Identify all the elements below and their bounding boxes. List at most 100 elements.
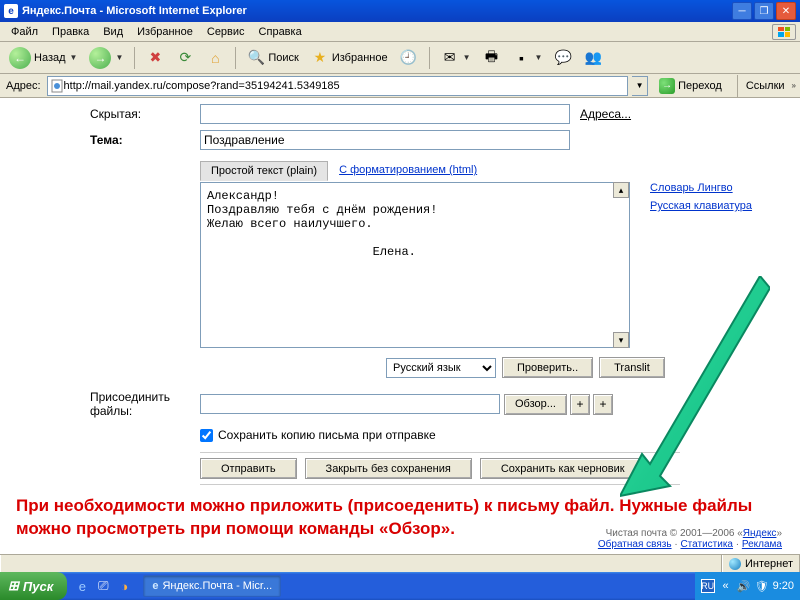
- stop-button[interactable]: ✖: [141, 46, 169, 70]
- start-button[interactable]: ⊞ Пуск: [0, 572, 67, 600]
- address-label: Адрес:: [4, 80, 43, 92]
- subject-label: Тема:: [90, 133, 200, 147]
- back-button[interactable]: ← Назад ▼: [4, 46, 82, 70]
- refresh-button[interactable]: ⟳: [171, 46, 199, 70]
- feedback-link[interactable]: Обратная связь: [598, 539, 672, 550]
- save-copy-checkbox[interactable]: [200, 429, 213, 442]
- message-body[interactable]: Александр! Поздравляю тебя с днём рожден…: [200, 182, 630, 348]
- chevron-down-icon: ▼: [115, 53, 123, 62]
- window-titlebar: e Яндекс.Почта - Microsoft Internet Expl…: [0, 0, 800, 22]
- tab-html-link[interactable]: С форматированием (html): [339, 164, 477, 176]
- page-content: Скрытая: Адреса... Тема: Простой текст (…: [0, 98, 800, 554]
- system-tray: RU « 🔊 🛡 9:20: [695, 572, 800, 600]
- print-icon: 🖶: [483, 49, 501, 67]
- tray-lang-icon[interactable]: RU: [701, 579, 715, 593]
- history-button[interactable]: 🕘: [395, 46, 423, 70]
- chevron-down-icon: ▼: [70, 53, 78, 62]
- menu-favorites[interactable]: Избранное: [130, 24, 200, 40]
- search-button[interactable]: 🔍Поиск: [242, 46, 303, 70]
- yandex-link[interactable]: Яндекс: [743, 528, 777, 539]
- back-icon: ←: [9, 47, 31, 69]
- go-button[interactable]: → Переход: [652, 76, 729, 96]
- keyboard-link[interactable]: Русская клавиатура: [650, 200, 752, 212]
- back-label: Назад: [34, 52, 66, 64]
- home-button[interactable]: ⌂: [201, 46, 229, 70]
- send-button[interactable]: Отправить: [200, 458, 297, 479]
- lingvo-link[interactable]: Словарь Лингво: [650, 182, 752, 194]
- ads-link[interactable]: Реклама: [742, 539, 782, 550]
- url-box[interactable]: [47, 76, 629, 96]
- remove-attachment-button[interactable]: +: [570, 394, 590, 415]
- windows-flag-icon: [772, 24, 796, 40]
- mail-icon: ✉: [441, 49, 459, 67]
- ie-icon: e: [4, 4, 18, 18]
- ql-desktop-icon[interactable]: ⎚: [94, 577, 112, 595]
- address-bar: Адрес: ▼ → Переход Ссылки »: [0, 74, 800, 98]
- menu-tools[interactable]: Сервис: [200, 24, 252, 40]
- home-icon: ⌂: [206, 49, 224, 67]
- separator: [134, 47, 135, 69]
- zone-pane: Интернет: [722, 555, 800, 572]
- messenger-button[interactable]: 👥: [579, 46, 607, 70]
- chevron-down-icon: ▼: [535, 53, 543, 62]
- print-button[interactable]: 🖶: [478, 46, 506, 70]
- translit-button[interactable]: Translit: [599, 357, 665, 378]
- menu-help[interactable]: Справка: [252, 24, 309, 40]
- minimize-button[interactable]: ─: [732, 2, 752, 20]
- separator: [235, 47, 236, 69]
- taskbar: ⊞ Пуск e ⎚ ◑ e Яндекс.Почта - Micr... RU…: [0, 572, 800, 600]
- close-no-save-button[interactable]: Закрыть без сохранения: [305, 458, 472, 479]
- edit-icon: ▪: [513, 49, 531, 67]
- menu-file[interactable]: Файл: [4, 24, 45, 40]
- language-select[interactable]: Русский язык: [386, 358, 496, 378]
- save-copy-label: Сохранить копию письма при отправке: [218, 428, 436, 442]
- check-button[interactable]: Проверить..: [502, 357, 593, 378]
- go-label: Переход: [678, 80, 722, 92]
- stop-icon: ✖: [146, 49, 164, 67]
- favorites-button[interactable]: ★Избранное: [306, 46, 393, 70]
- close-button[interactable]: ✕: [776, 2, 796, 20]
- browse-button[interactable]: Обзор...: [504, 394, 567, 415]
- separator: [429, 47, 430, 69]
- tray-chevron-icon[interactable]: «: [719, 579, 733, 593]
- globe-icon: [729, 558, 741, 570]
- chevron-right-icon: »: [792, 81, 796, 90]
- edit-button[interactable]: ▪▼: [508, 46, 548, 70]
- menu-view[interactable]: Вид: [96, 24, 130, 40]
- discuss-button[interactable]: 💬: [549, 46, 577, 70]
- menu-bar: Файл Правка Вид Избранное Сервис Справка: [0, 22, 800, 42]
- attach-input[interactable]: [200, 394, 500, 414]
- search-icon: 🔍: [247, 49, 265, 67]
- menu-edit[interactable]: Правка: [45, 24, 96, 40]
- mail-button[interactable]: ✉▼: [436, 46, 476, 70]
- quick-launch: e ⎚ ◑: [73, 577, 133, 595]
- scroll-down-button[interactable]: ▾: [613, 332, 629, 348]
- status-pane: [0, 555, 722, 572]
- hidden-input[interactable]: [200, 104, 570, 124]
- zone-label: Интернет: [745, 558, 793, 570]
- forward-button[interactable]: → ▼: [84, 46, 128, 70]
- search-label: Поиск: [268, 52, 298, 64]
- subject-input[interactable]: [200, 130, 570, 150]
- add-attachment-button[interactable]: +: [593, 394, 613, 415]
- stats-link[interactable]: Статистика: [680, 539, 733, 550]
- url-input[interactable]: [64, 80, 626, 92]
- status-bar: Интернет: [0, 554, 800, 572]
- maximize-button[interactable]: ❐: [754, 2, 774, 20]
- url-dropdown[interactable]: ▼: [632, 76, 648, 96]
- tab-plain-text[interactable]: Простой текст (plain): [200, 161, 328, 181]
- save-draft-button[interactable]: Сохранить как черновик: [480, 458, 646, 479]
- chevron-down-icon: ▼: [463, 53, 471, 62]
- task-button[interactable]: e Яндекс.Почта - Micr...: [143, 575, 281, 597]
- start-label: Пуск: [23, 579, 53, 594]
- tray-volume-icon[interactable]: 🔊: [737, 579, 751, 593]
- task-ie-icon: e: [152, 580, 158, 592]
- tray-shield-icon[interactable]: 🛡: [755, 579, 769, 593]
- links-label[interactable]: Ссылки: [746, 80, 785, 92]
- ql-media-icon[interactable]: ◑: [115, 577, 133, 595]
- window-title: Яндекс.Почта - Microsoft Internet Explor…: [22, 5, 730, 17]
- ql-ie-icon[interactable]: e: [73, 577, 91, 595]
- scroll-up-button[interactable]: ▴: [613, 182, 629, 198]
- addresses-link[interactable]: Адреса...: [580, 107, 631, 121]
- forward-icon: →: [89, 47, 111, 69]
